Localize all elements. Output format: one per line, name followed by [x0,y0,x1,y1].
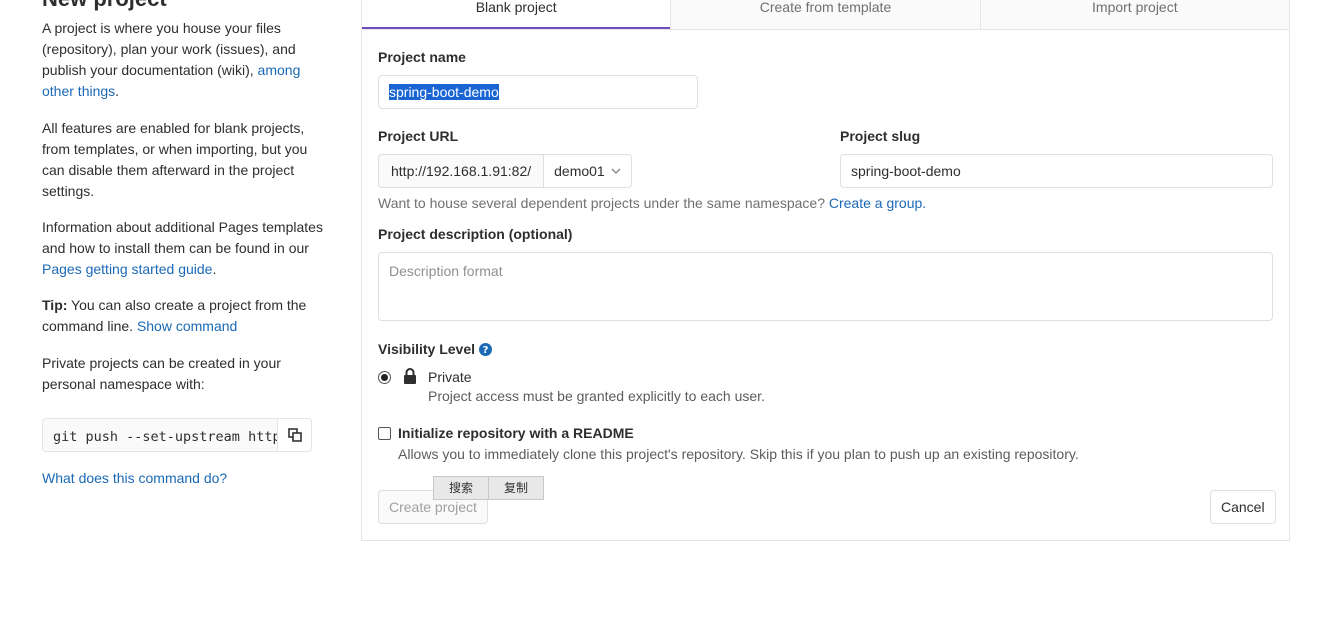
show-command-link[interactable]: Show command [137,318,237,334]
create-group-link[interactable]: Create a group. [829,195,926,211]
readme-checkbox[interactable] [378,427,391,440]
url-prefix: http://192.168.1.91:82/ [378,154,545,188]
project-name-value: spring-boot-demo [389,84,499,100]
private-info-text: Private projects can be created in your … [42,355,281,392]
visibility-label: Visibility Level ? [378,341,493,357]
description-label: Project description (optional) [378,226,573,242]
question-circle-icon[interactable]: ? [479,342,493,356]
context-menu: 搜索 复制 [433,476,544,500]
command-input[interactable]: git push --set-upstream http://192.168.1… [42,418,278,452]
namespace-select[interactable]: demo01 [544,154,632,188]
tip-label: Tip: [42,297,68,313]
private-description: Project access must be granted explicitl… [428,388,765,404]
sidebar: New project A project is where you house… [42,0,332,486]
new-project-panel: Blank project Create from template Impor… [361,0,1290,541]
project-type-tabs: Blank project Create from template Impor… [362,0,1289,30]
page-title: New project [42,0,332,12]
intro-text: A project is where you house your files … [42,20,301,99]
readme-description: Allows you to immediately clone this pro… [398,446,1079,462]
project-slug-label: Project slug [840,128,921,144]
private-radio[interactable] [378,371,391,384]
context-copy-item[interactable]: 复制 [488,476,544,500]
what-does-command-do-link[interactable]: What does this command do? [42,468,227,489]
tab-blank-project[interactable]: Blank project [362,0,671,29]
tab-import-project[interactable]: Import project [979,0,1289,29]
group-help-text: Want to house several dependent projects… [378,195,927,211]
project-url-label: Project URL [378,128,459,144]
copy-icon [287,428,302,442]
project-name-input[interactable]: spring-boot-demo [378,75,698,109]
private-label: Private [428,369,472,385]
description-textarea[interactable]: Description format [378,252,1273,321]
features-text: All features are enabled for blank proje… [42,120,308,199]
copy-command-button[interactable] [277,418,312,452]
svg-text:?: ? [483,345,489,356]
tip-text: Tip: You can also create a project from … [42,297,307,334]
tab-create-from-template[interactable]: Create from template [670,0,980,29]
namespace-value: demo01 [554,163,605,179]
project-url-group: http://192.168.1.91:82/ demo01 [378,154,632,188]
pages-info-text: Information about additional Pages templ… [42,219,323,277]
readme-label[interactable]: Initialize repository with a README [398,425,634,441]
pages-guide-link[interactable]: Pages getting started guide [42,261,212,277]
lock-icon [404,368,416,384]
context-search-item[interactable]: 搜索 [433,476,489,500]
project-slug-input[interactable]: spring-boot-demo [840,154,1273,188]
chevron-down-icon [611,168,621,174]
cancel-button[interactable]: Cancel [1210,490,1276,524]
project-name-label: Project name [378,49,466,65]
